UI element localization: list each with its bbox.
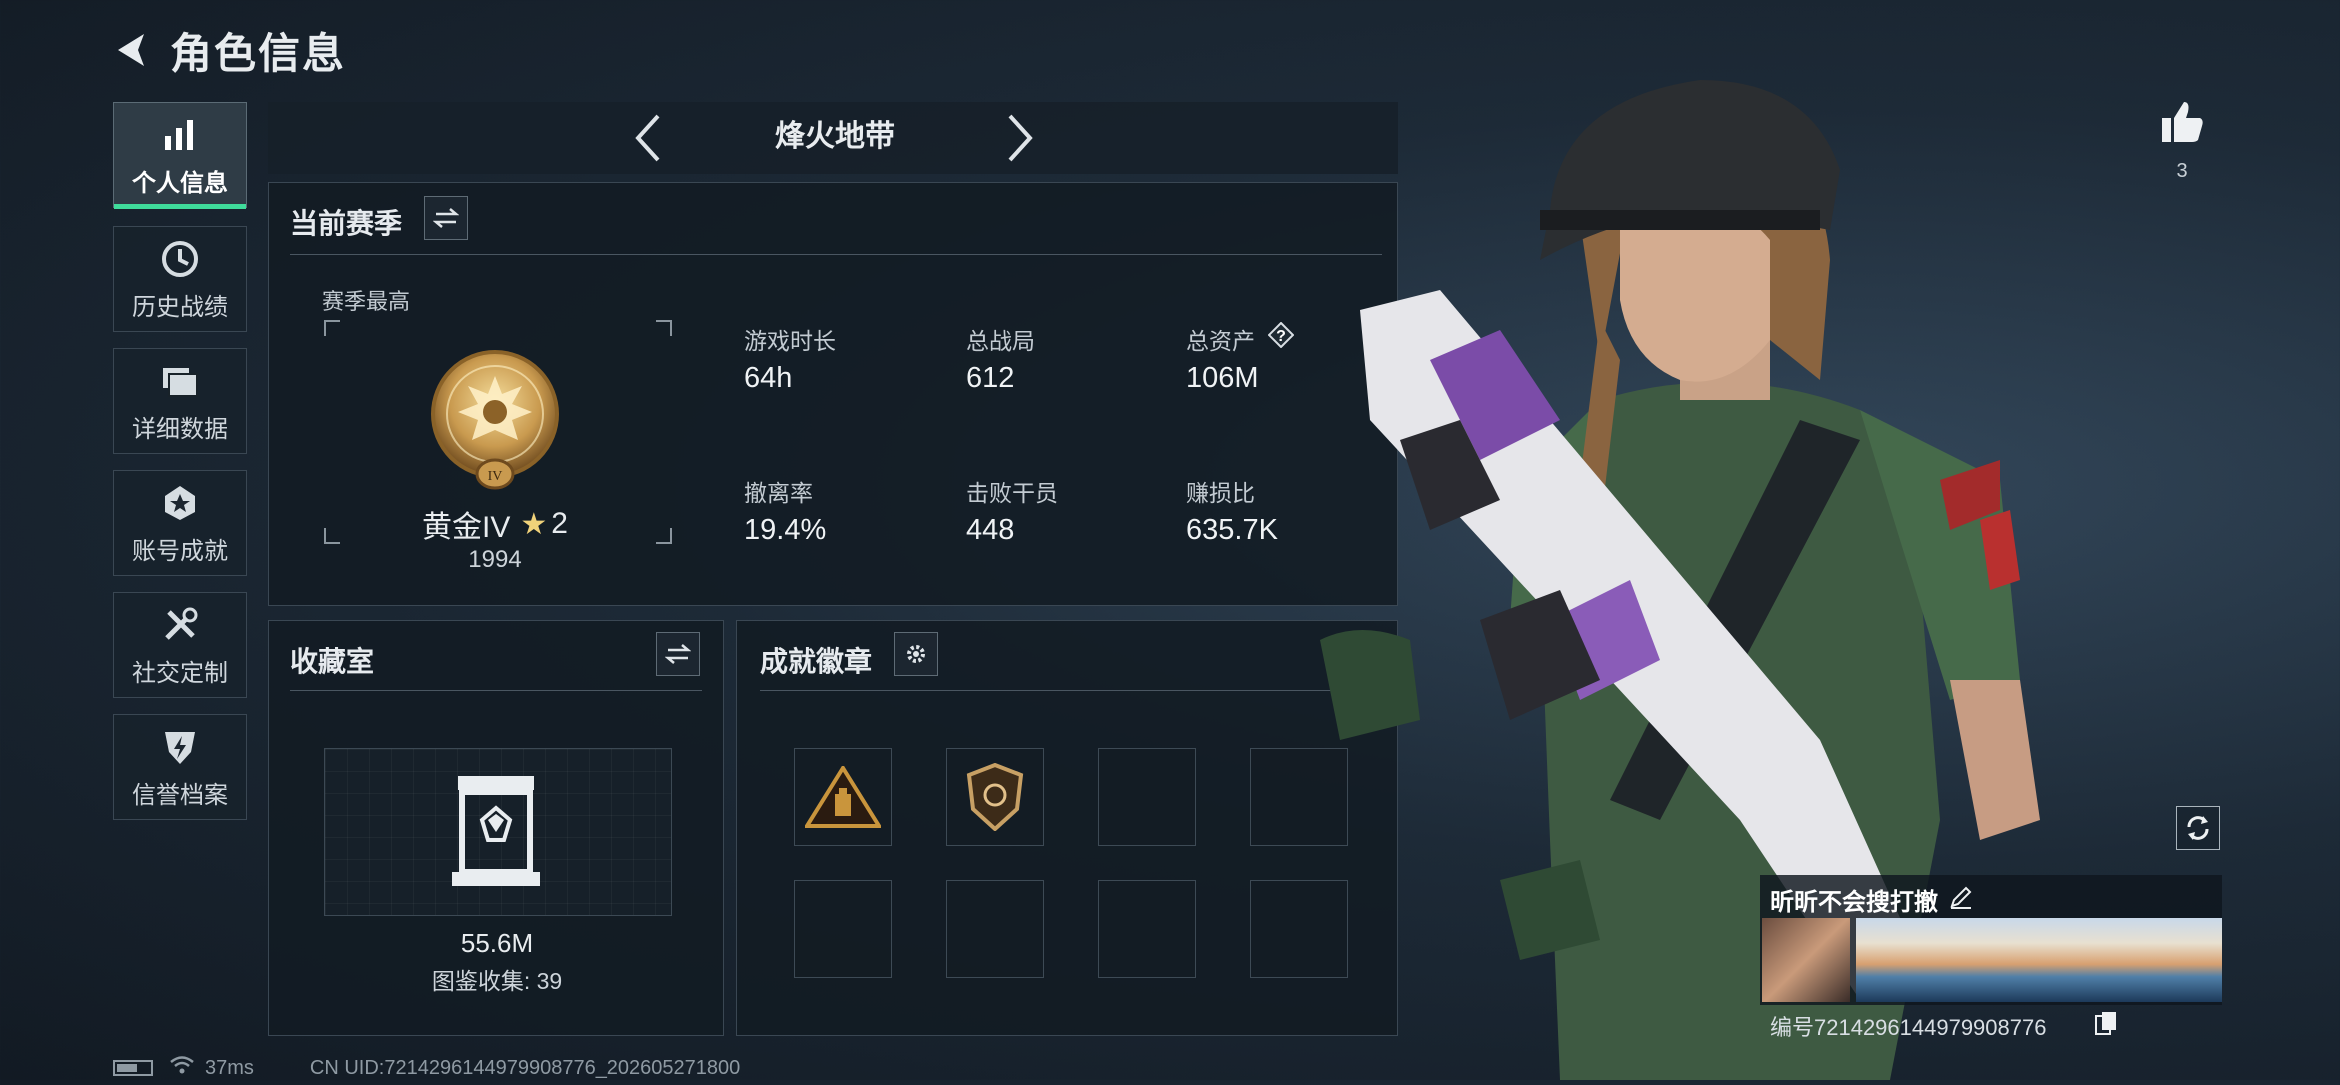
collection-divider: [290, 690, 702, 691]
frame-corner: [656, 528, 672, 544]
collection-value: 55.6M: [460, 928, 534, 958]
season-switch-button[interactable]: [424, 196, 468, 240]
cn-uid-text: CN UID:7214296144979908776_202605271800: [309, 1056, 741, 1079]
battery-icon: [113, 1060, 153, 1076]
mode-prev-button[interactable]: [630, 108, 666, 168]
mode-title: 烽火地带: [775, 120, 895, 153]
back-button[interactable]: [110, 20, 160, 80]
swap-icon: [433, 208, 459, 228]
frame-corner: [656, 320, 672, 336]
svg-text:?: ?: [1276, 328, 1286, 345]
achievement-badge-slot-empty[interactable]: [1098, 880, 1196, 978]
sidebar-item-detailed-data[interactable]: 详细数据: [113, 348, 247, 454]
tools-icon: [158, 603, 202, 647]
stat-label-total-assets: 总资产: [1186, 328, 1255, 354]
stat-value-playtime: 64h: [744, 362, 793, 394]
stat-value-profit-ratio: 635.7K: [1186, 514, 1278, 546]
back-arrow-icon: [118, 34, 144, 66]
sidebar-item-label: 历史战绩: [132, 293, 228, 321]
bar-chart-icon: [158, 113, 202, 157]
refresh-icon: [2187, 816, 2209, 840]
thumbs-up-icon: [2162, 102, 2203, 142]
achievements-title: 成就徽章: [760, 646, 873, 677]
collection-switch-button[interactable]: [656, 632, 700, 676]
like-button[interactable]: [2158, 98, 2206, 146]
warning-triangle-badge-icon: [805, 766, 881, 828]
season-divider: [290, 254, 1382, 255]
refresh-model-button[interactable]: [2176, 806, 2220, 850]
stat-label-operators-defeated: 击败干员: [966, 480, 1058, 506]
mode-next-button[interactable]: [1002, 108, 1038, 168]
help-icon[interactable]: ?: [1267, 321, 1295, 349]
status-bar: 37ms CN UID:7214296144979908776_20260527…: [113, 1056, 740, 1080]
stat-value-total-assets: 106M: [1186, 362, 1259, 394]
achievements-divider: [760, 690, 1382, 691]
achievement-badge-slot-empty[interactable]: [1098, 748, 1196, 846]
frame-corner: [324, 320, 340, 336]
shield-crest-badge-icon: [966, 763, 1024, 831]
collection-title: 收藏室: [290, 646, 375, 677]
profile-banner[interactable]: [1856, 918, 2222, 1002]
sidebar-item-label: 信誉档案: [132, 781, 228, 809]
season-title: 当前赛季: [290, 208, 403, 239]
folder-stack-icon: [158, 359, 202, 403]
swap-icon: [665, 644, 691, 664]
rank-stars: 2: [551, 507, 568, 540]
sidebar-item-label: 账号成就: [132, 537, 228, 565]
avatar[interactable]: [1762, 918, 1850, 1002]
rank-emblem-icon: IV: [428, 346, 562, 496]
sidebar-item-achievements[interactable]: 账号成就: [113, 470, 247, 576]
header: 角色信息: [110, 20, 346, 80]
sidebar-item-history[interactable]: 历史战绩: [113, 226, 247, 332]
rank-name: 黄金IV: [422, 511, 511, 544]
rank-name-row: 黄金IV ★ 2: [400, 502, 590, 546]
achievements-settings-button[interactable]: [894, 632, 938, 676]
player-uid: 编号7214296144979908776: [1770, 1015, 2047, 1040]
chevron-right-icon: [1008, 114, 1033, 162]
player-name: 昕昕不会搜打撤: [1770, 889, 1938, 916]
stat-value-extraction-rate: 19.4%: [744, 514, 827, 546]
sidebar-item-social[interactable]: 社交定制: [113, 592, 247, 698]
stat-label-total-matches: 总战局: [966, 328, 1035, 354]
badge-star-icon: [158, 481, 202, 525]
gear-icon: [907, 645, 925, 663]
ping-value: 37ms: [205, 1056, 254, 1079]
sidebar-item-label: 社交定制: [132, 659, 228, 687]
stat-label-extraction-rate: 撤离率: [744, 480, 813, 506]
wifi-icon: [169, 1055, 195, 1081]
achievement-badge-slot[interactable]: [946, 748, 1044, 846]
clock-icon: [158, 237, 202, 281]
achievement-badge-slot-empty[interactable]: [794, 880, 892, 978]
shield-lightning-icon: [158, 725, 202, 769]
frame-corner: [324, 528, 340, 544]
stat-value-total-matches: 612: [966, 362, 1015, 394]
stat-value-operators-defeated: 448: [966, 514, 1015, 546]
sidebar-item-reputation[interactable]: 信誉档案: [113, 714, 247, 820]
page-title: 角色信息: [170, 29, 347, 77]
sidebar-item-label: 详细数据: [132, 415, 228, 443]
edit-name-icon[interactable]: [1948, 884, 1974, 910]
achievement-badge-slot-empty[interactable]: [946, 880, 1044, 978]
stat-label-playtime: 游戏时长: [744, 328, 836, 354]
chevron-left-icon: [635, 114, 660, 162]
sidebar-item-personal-info[interactable]: 个人信息: [113, 102, 247, 209]
stat-label-profit-ratio: 赚损比: [1186, 480, 1255, 506]
star-icon: ★: [520, 507, 548, 541]
collection-catalog-count: 图鉴收集: 39: [431, 968, 563, 994]
like-count: 3: [2176, 160, 2188, 182]
copy-icon[interactable]: [2094, 1010, 2118, 1036]
display-case-icon: [450, 774, 542, 888]
svg-text:IV: IV: [488, 469, 503, 484]
sidebar-item-label: 个人信息: [132, 169, 228, 197]
achievement-badge-slot[interactable]: [794, 748, 892, 846]
rank-score: 1994: [468, 546, 522, 573]
season-highest-label: 赛季最高: [322, 289, 411, 314]
